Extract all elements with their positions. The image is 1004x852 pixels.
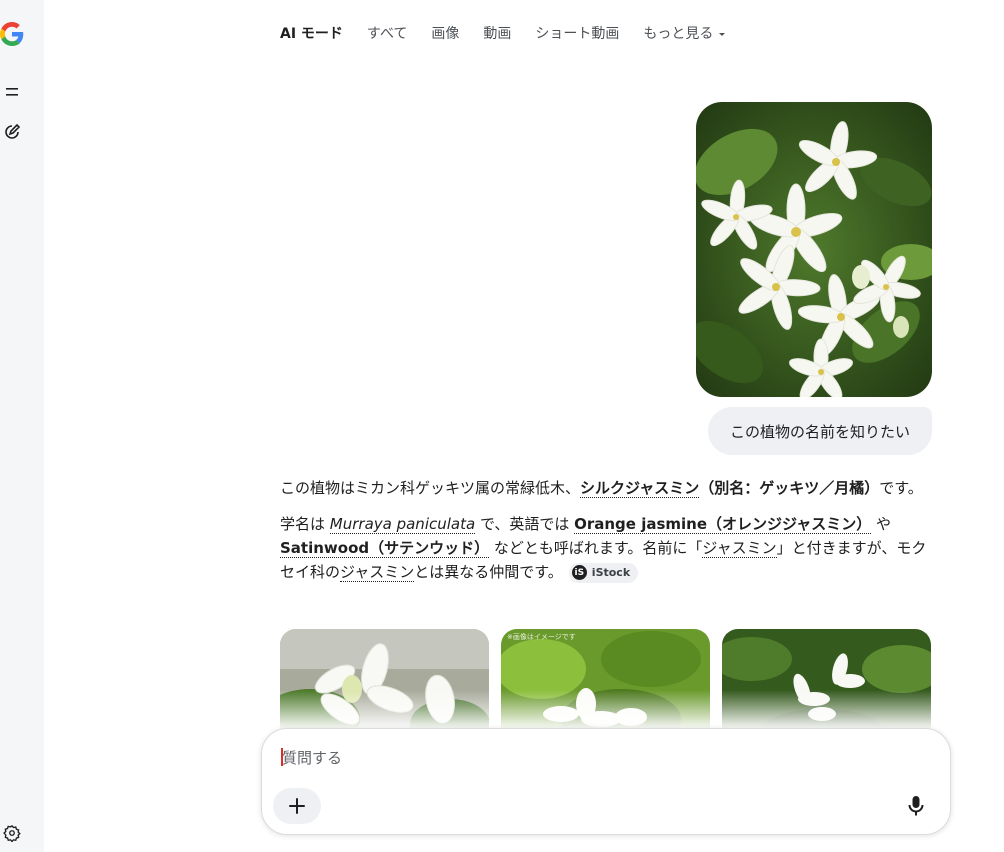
search-tabs: AI モード すべて 画像 動画 ショート動画 もっと見る	[280, 22, 751, 46]
scientific-name-link[interactable]: Murraya paniculata	[329, 515, 476, 534]
text-caret	[281, 748, 283, 766]
jasmine-link-2[interactable]: ジャスミン	[340, 563, 415, 582]
chevron-down-icon	[719, 33, 726, 36]
istock-logo: iS	[571, 565, 587, 580]
answer-text: です。	[879, 479, 923, 497]
result-image-2-caption: ※画像はイメージです	[507, 632, 576, 641]
ai-answer: この植物はミカン科ゲッキツ属の常緑低木、シルクジャスミン（別名：ゲッキツ／月橘）…	[280, 476, 932, 596]
answer-text: この植物はミカン科ゲッキツ属の常緑低木、	[280, 479, 581, 497]
left-rail	[0, 0, 44, 852]
tab-short-videos[interactable]: ショート動画	[535, 22, 619, 46]
new-chat-icon[interactable]	[0, 120, 24, 144]
query-composer	[261, 728, 951, 835]
tab-all[interactable]: すべて	[367, 22, 407, 46]
google-g-icon[interactable]	[0, 22, 24, 46]
voice-search-button[interactable]	[902, 792, 930, 820]
user-uploaded-image[interactable]	[696, 102, 932, 397]
plant-name-link[interactable]: シルクジャスミン	[580, 479, 700, 498]
answer-text: で、英語では	[475, 515, 575, 533]
jasmine-link-1[interactable]: ジャスミン	[702, 539, 777, 558]
plant-alias: （別名：ゲッキツ／月橘）	[699, 479, 880, 497]
mic-icon	[908, 796, 924, 816]
answer-text: とは異なる仲間です。	[414, 563, 563, 581]
tab-images[interactable]: 画像	[431, 22, 459, 46]
tab-videos[interactable]: 動画	[483, 22, 511, 46]
tab-ai-mode[interactable]: AI モード	[280, 22, 343, 46]
english-name-link-2[interactable]: Satinwood（サテンウッド）	[280, 539, 490, 558]
question-input[interactable]	[280, 745, 884, 771]
add-button[interactable]	[273, 788, 321, 824]
thumbnail-fade	[255, 690, 975, 730]
plus-icon	[289, 798, 305, 814]
answer-paragraph-1: この植物はミカン科ゲッキツ属の常緑低木、シルクジャスミン（別名：ゲッキツ／月橘）…	[280, 476, 932, 500]
user-message-bubble: この植物の名前を知りたい	[708, 407, 932, 455]
gear-icon[interactable]	[0, 821, 24, 845]
answer-paragraph-2: 学名は Murraya paniculata で、英語では Orange jas…	[280, 512, 932, 584]
source-chip[interactable]: iS iStock	[568, 562, 639, 583]
answer-text: などとも呼ばれます。名前に「	[489, 539, 703, 557]
answer-text: や	[871, 515, 892, 533]
english-name-link-1[interactable]: Orange jasmine（オレンジジャスミン）	[574, 515, 872, 534]
source-label: iStock	[591, 565, 631, 579]
tab-more[interactable]: もっと見る	[643, 22, 727, 46]
answer-text: 学名は	[280, 515, 330, 533]
menu-icon[interactable]	[0, 80, 24, 104]
tab-more-label: もっと見る	[643, 26, 714, 42]
